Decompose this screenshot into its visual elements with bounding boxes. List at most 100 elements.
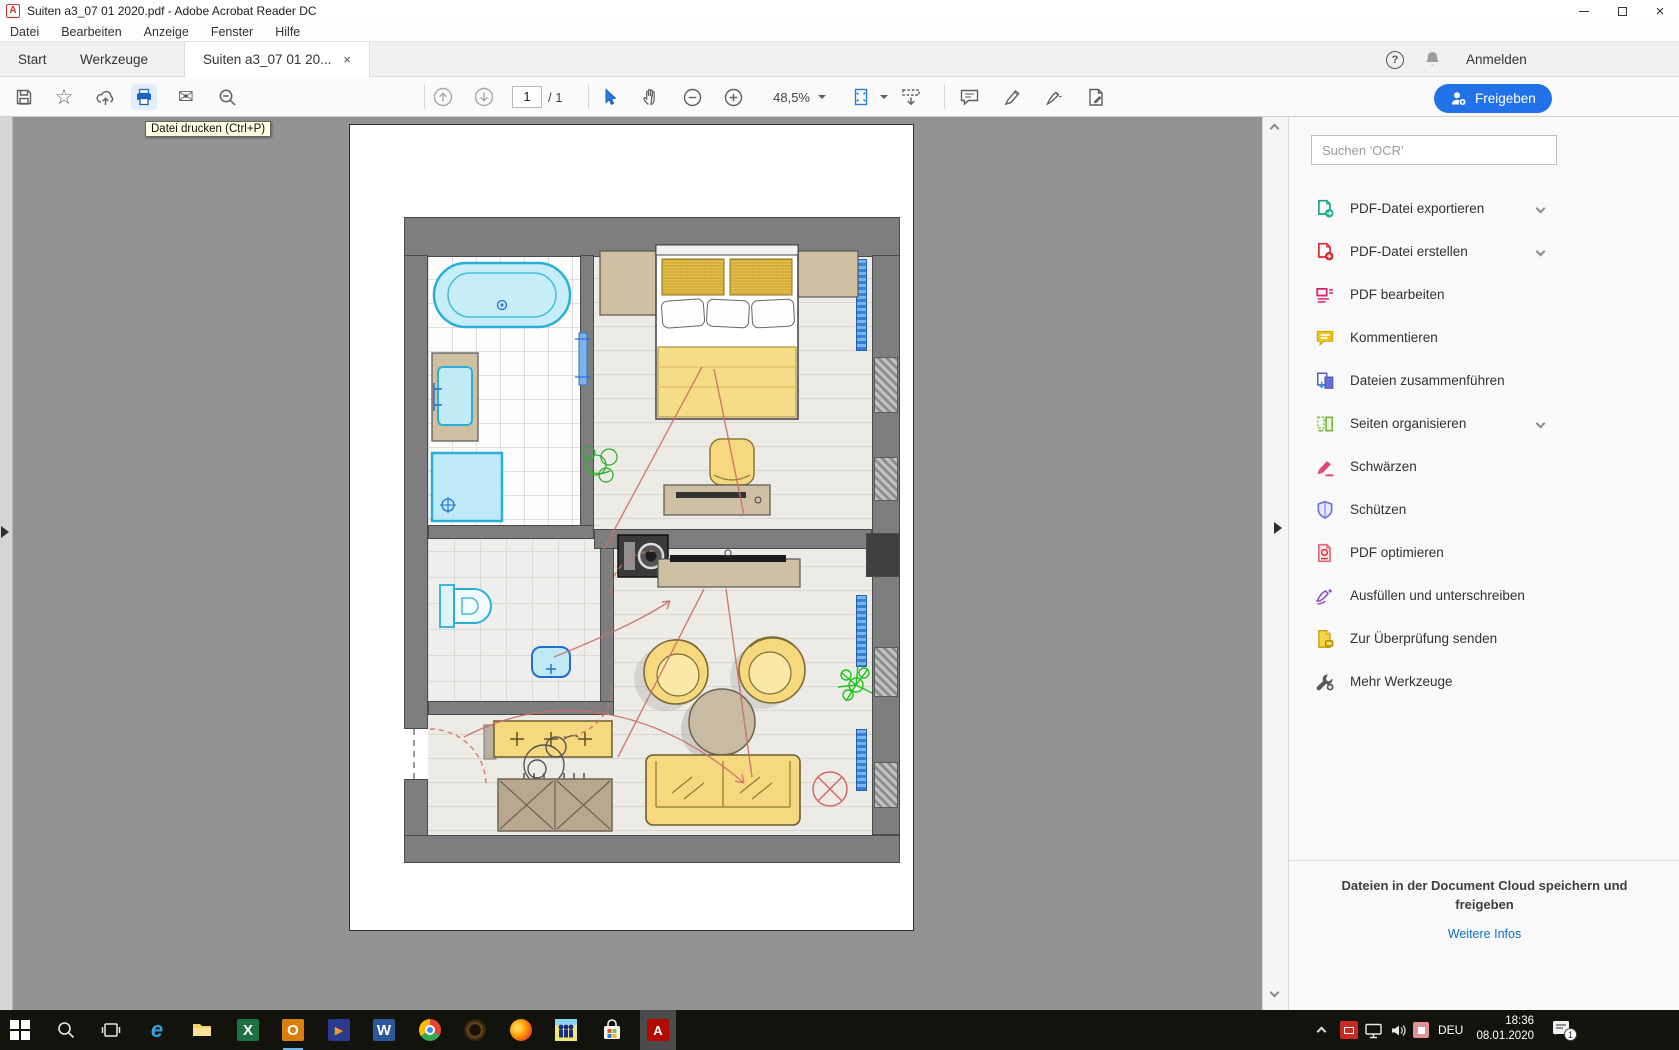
document-viewport[interactable] bbox=[0, 117, 1262, 1010]
scroll-down-icon[interactable] bbox=[1270, 988, 1280, 998]
left-panel-toggle[interactable] bbox=[1, 519, 13, 545]
next-page-button[interactable] bbox=[471, 84, 497, 110]
hand-tool-button[interactable] bbox=[638, 84, 664, 110]
sidebar-item-pdf-erstellen[interactable]: PDF-Datei erstellen bbox=[1289, 230, 1609, 273]
tray-expand-icon[interactable] bbox=[1317, 1027, 1327, 1037]
fit-dropdown-caret-icon[interactable] bbox=[880, 95, 888, 103]
taskbar-people-app-button[interactable] bbox=[554, 1018, 578, 1042]
scroll-up-icon[interactable] bbox=[1270, 124, 1280, 134]
sidebar-item-kommentieren[interactable]: Kommentieren bbox=[1289, 316, 1609, 359]
wc-floor bbox=[428, 525, 600, 715]
sidebar-item-schuetzen[interactable]: Schützen bbox=[1289, 488, 1609, 531]
highlighter-tool-button[interactable] bbox=[999, 84, 1025, 110]
menu-hilfe[interactable]: Hilfe bbox=[275, 25, 300, 39]
sign-tool-button[interactable] bbox=[1041, 84, 1067, 110]
minimize-button[interactable] bbox=[1565, 0, 1603, 22]
action-center-button[interactable]: 1 bbox=[1552, 1020, 1572, 1038]
tab-document[interactable]: Suiten a3_07 01 20... × bbox=[184, 42, 370, 77]
title-bar: A Suiten a3_07 01 2020.pdf - Adobe Acrob… bbox=[0, 0, 1679, 22]
select-tool-button[interactable] bbox=[596, 84, 622, 110]
save-button[interactable] bbox=[11, 84, 37, 110]
right-panel-toggle[interactable] bbox=[1274, 515, 1288, 541]
weitere-infos-link[interactable]: Weitere Infos bbox=[1448, 927, 1521, 941]
keyboard-language[interactable]: DEU bbox=[1438, 1023, 1463, 1037]
taskbar-chrome-button[interactable] bbox=[418, 1018, 442, 1042]
sidebar-item-schwaerzen[interactable]: Schwärzen bbox=[1289, 445, 1609, 488]
upload-cloud-button[interactable] bbox=[92, 84, 118, 110]
zoom-level-value[interactable]: 48,5% bbox=[766, 90, 810, 105]
email-button[interactable]: ✉ bbox=[173, 84, 199, 110]
taskbar-camera-app-button[interactable] bbox=[463, 1018, 487, 1042]
edge-icon: e bbox=[146, 1019, 168, 1041]
sidebar-item-ausfuellen-und-unterschreiben[interactable]: Ausfüllen und unterschreiben bbox=[1289, 574, 1609, 617]
sidebar-item-mehr-werkzeuge[interactable]: Mehr Werkzeuge bbox=[1289, 660, 1609, 703]
comment-tool-button[interactable] bbox=[956, 84, 982, 110]
sidebar-item-zur-ueberpruefung-senden[interactable]: Zur Überprüfung senden bbox=[1289, 617, 1609, 660]
organize-pages-icon bbox=[1315, 414, 1335, 434]
volume-icon[interactable] bbox=[1389, 1021, 1408, 1040]
maximize-button[interactable] bbox=[1603, 0, 1641, 22]
chevron-down-icon[interactable] bbox=[1536, 419, 1546, 429]
acrobat-app-icon: A bbox=[6, 4, 20, 18]
sidebar-item-pdf-bearbeiten[interactable]: PDF bearbeiten bbox=[1289, 273, 1609, 316]
promo-message: Dateien in der Document Cloud speichern … bbox=[1319, 877, 1650, 915]
taskbar-outlook-button[interactable]: O bbox=[281, 1018, 305, 1042]
previous-page-button[interactable] bbox=[430, 84, 456, 110]
sidebar-item-dateien-zusammenfuehren[interactable]: Dateien zusammenführen bbox=[1289, 359, 1609, 402]
favorite-star-button[interactable]: ☆ bbox=[51, 84, 77, 110]
page-edit-icon bbox=[1086, 87, 1107, 108]
radiator-strip bbox=[856, 259, 867, 351]
more-tools-wrench-icon bbox=[1315, 672, 1335, 692]
menu-datei[interactable]: Datei bbox=[10, 25, 39, 39]
share-button[interactable]: Freigeben bbox=[1434, 84, 1552, 113]
radiator-strip bbox=[856, 729, 867, 791]
signin-link[interactable]: Anmelden bbox=[1466, 52, 1527, 67]
tab-close-icon[interactable]: × bbox=[343, 52, 351, 67]
taskbar-firefox-button[interactable] bbox=[509, 1018, 533, 1042]
chevron-down-icon[interactable] bbox=[1536, 204, 1546, 214]
clock[interactable]: 18:36 08.01.2020 bbox=[1472, 1014, 1534, 1044]
sidebar-item-pdf-exportieren[interactable]: PDF-Datei exportieren bbox=[1289, 187, 1609, 230]
taskbar-explorer-button[interactable] bbox=[190, 1018, 214, 1042]
menu-fenster[interactable]: Fenster bbox=[211, 25, 253, 39]
sidebar-item-pdf-optimieren[interactable]: PDF optimieren bbox=[1289, 531, 1609, 574]
start-button[interactable] bbox=[8, 1018, 32, 1042]
menu-anzeige[interactable]: Anzeige bbox=[144, 25, 189, 39]
tab-start[interactable]: Start bbox=[0, 42, 65, 77]
edit-pdf-tool-button[interactable] bbox=[1083, 84, 1109, 110]
taskbar-word-button[interactable]: W bbox=[372, 1018, 396, 1042]
zoom-out-button[interactable] bbox=[679, 84, 705, 110]
document-scrollbar[interactable] bbox=[1262, 117, 1288, 1010]
wall-bath-divider bbox=[580, 255, 594, 527]
network-icon[interactable] bbox=[1364, 1021, 1383, 1040]
task-view-button[interactable] bbox=[99, 1018, 123, 1042]
combine-files-icon bbox=[1315, 371, 1335, 391]
close-button[interactable]: × bbox=[1641, 0, 1679, 22]
taskbar-edge-button[interactable]: e bbox=[145, 1018, 169, 1042]
windows-logo-icon bbox=[10, 1020, 30, 1040]
tab-werkzeuge[interactable]: Werkzeuge bbox=[62, 42, 166, 77]
page-number-input[interactable]: 1 bbox=[512, 86, 542, 108]
print-button[interactable] bbox=[131, 84, 157, 110]
menu-bearbeiten[interactable]: Bearbeiten bbox=[61, 25, 121, 39]
taskbar-search-button[interactable] bbox=[54, 1018, 78, 1042]
taskbar-media-button[interactable]: ▶ bbox=[327, 1018, 351, 1042]
sidebar-item-seiten-organisieren[interactable]: Seiten organisieren bbox=[1289, 402, 1609, 445]
sidebar-item-label: Kommentieren bbox=[1350, 330, 1438, 345]
taskbar-acrobat-button[interactable]: A bbox=[640, 1010, 676, 1050]
tool-search-input[interactable] bbox=[1311, 135, 1557, 165]
taskbar-excel-button[interactable]: X bbox=[236, 1018, 260, 1042]
tray-remote-app-icon[interactable] bbox=[1340, 1021, 1358, 1039]
zoom-in-button[interactable] bbox=[720, 84, 746, 110]
zoom-out-tool-button[interactable] bbox=[214, 84, 240, 110]
help-icon[interactable]: ? bbox=[1386, 51, 1404, 69]
zoom-dropdown-caret-icon[interactable] bbox=[818, 95, 826, 103]
taskbar-store-button[interactable] bbox=[600, 1018, 624, 1042]
sidebar-item-label: Ausfüllen und unterschreiben bbox=[1350, 588, 1525, 603]
scroll-mode-button[interactable] bbox=[898, 84, 924, 110]
notifications-bell-icon[interactable] bbox=[1423, 50, 1442, 69]
fit-page-button[interactable] bbox=[848, 84, 874, 110]
tray-app-icon[interactable] bbox=[1413, 1022, 1429, 1038]
page-total-label: / 1 bbox=[548, 90, 562, 105]
chevron-down-icon[interactable] bbox=[1536, 247, 1546, 257]
